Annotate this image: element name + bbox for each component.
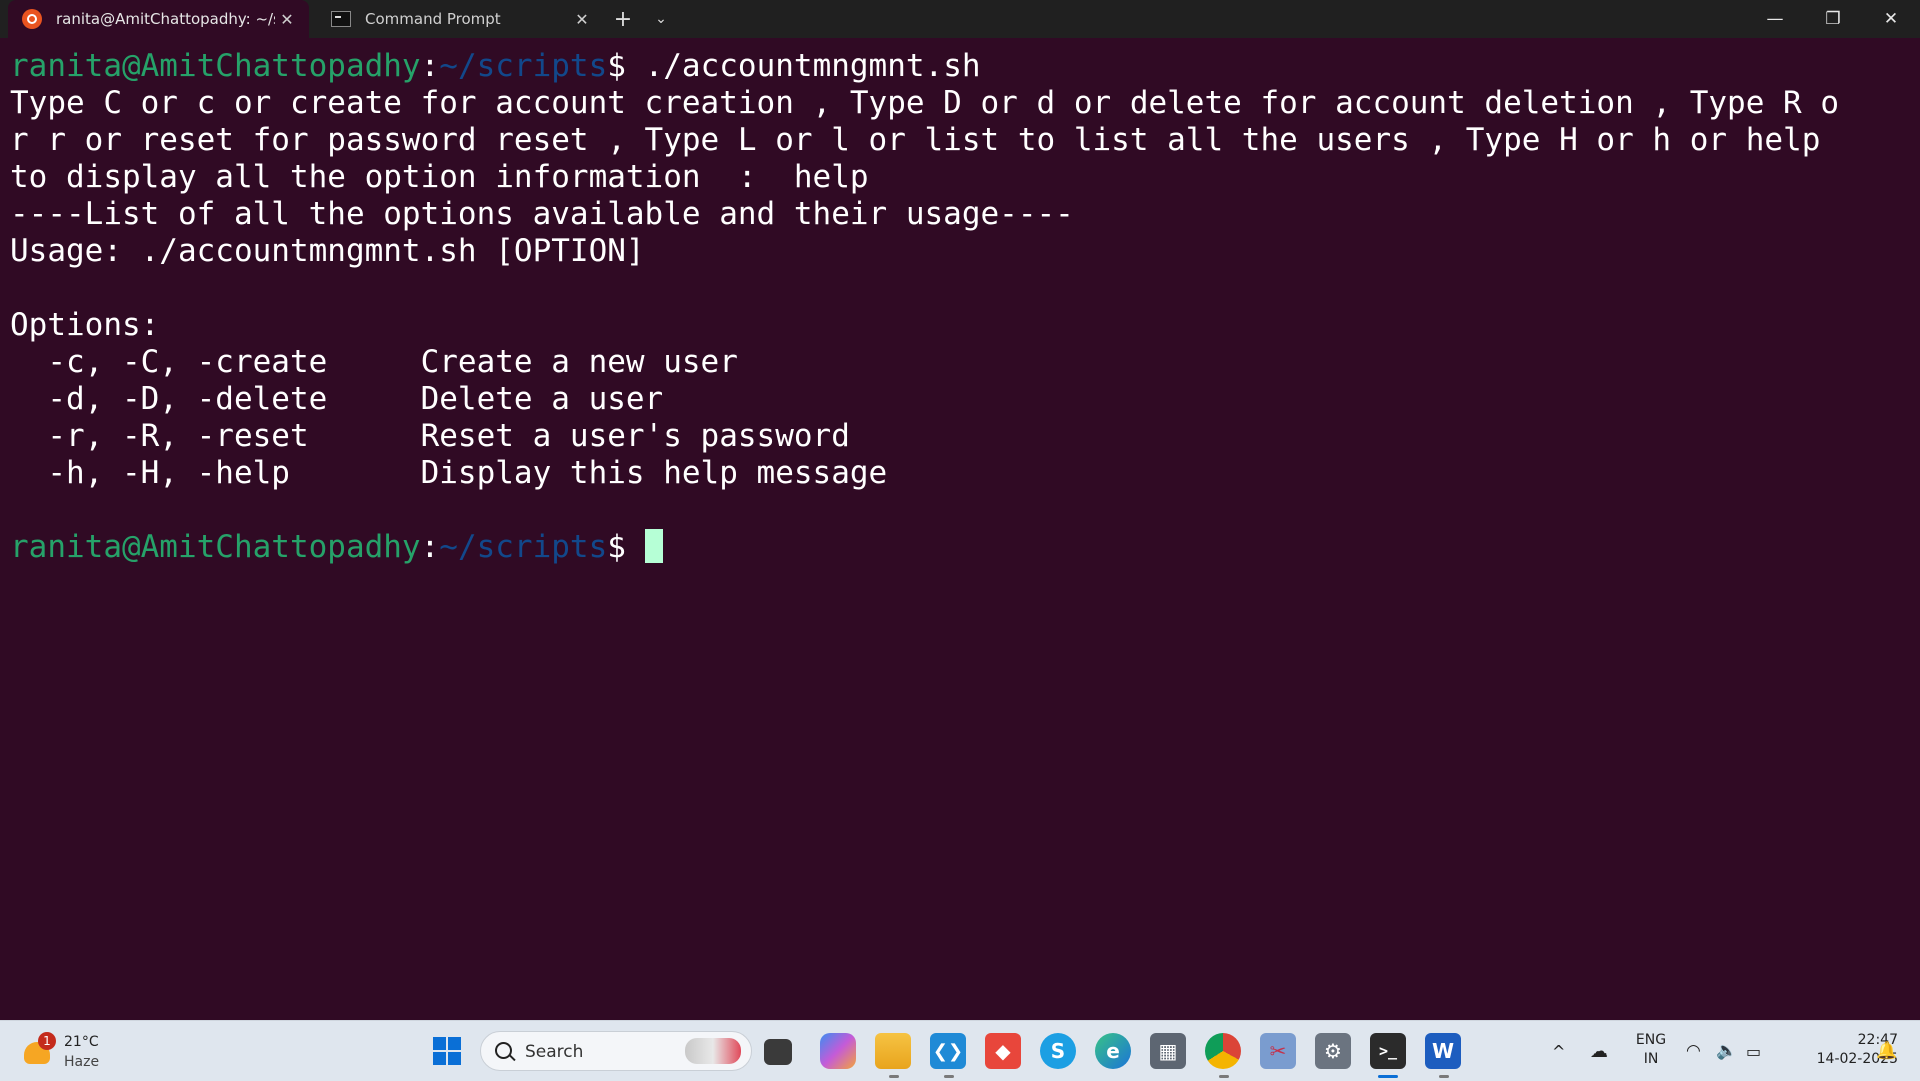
file-explorer-icon[interactable]: [875, 1033, 911, 1069]
copilot-icon[interactable]: [820, 1033, 856, 1069]
task-view-icon[interactable]: [764, 1039, 792, 1065]
output-line: r r or reset for password reset , Type L…: [10, 122, 1821, 158]
close-button[interactable]: ✕: [1862, 0, 1920, 38]
text-cursor: [644, 529, 663, 563]
edge-icon[interactable]: e: [1095, 1033, 1131, 1069]
active-indicator: [1378, 1075, 1398, 1078]
output-line: ----List of all the options available an…: [10, 196, 1074, 232]
calculator-icon[interactable]: ▦: [1150, 1033, 1186, 1069]
output-line: Type C or c or create for account creati…: [10, 85, 1840, 121]
settings-icon[interactable]: ⚙: [1315, 1033, 1351, 1069]
tab-ubuntu[interactable]: ranita@AmitChattopadhy: ~/s ✕: [8, 0, 309, 38]
weather-condition: Haze: [64, 1054, 100, 1070]
lang-code: ENG: [1635, 1032, 1667, 1048]
chrome-icon[interactable]: [1205, 1033, 1241, 1069]
wifi-icon[interactable]: ◠: [1686, 1021, 1701, 1081]
skype-icon[interactable]: S: [1040, 1033, 1076, 1069]
search-placeholder: Search: [525, 1042, 584, 1062]
output-line: -h, -H, -help Display this help message: [10, 455, 888, 491]
search-highlight-image: [685, 1038, 741, 1064]
weather-widget[interactable]: 1 21°C Haze: [20, 1030, 110, 1074]
terminal-output[interactable]: ranita@AmitChattopadhy:~/scripts$ ./acco…: [0, 38, 1920, 1020]
prompt-user: ranita@AmitChattopadhy: [10, 48, 421, 84]
tab-close-icon[interactable]: ✕: [275, 10, 299, 29]
cmd-icon: [331, 11, 351, 27]
language-indicator[interactable]: ENG IN: [1626, 1031, 1676, 1069]
output-line: -r, -R, -reset Reset a user's password: [10, 418, 850, 454]
prompt-symbol: $: [607, 529, 645, 565]
new-tab-button[interactable]: +: [604, 0, 642, 38]
running-indicator: [1219, 1075, 1229, 1078]
ubuntu-icon: [22, 9, 42, 29]
battery-icon[interactable]: ▭: [1746, 1021, 1761, 1081]
prompt-separator: :: [420, 48, 440, 84]
terminal-icon[interactable]: >_: [1370, 1033, 1406, 1069]
command-line: ranita@AmitChattopadhy:~/scripts$ ./acco…: [10, 48, 1920, 85]
prompt-user: ranita@AmitChattopadhy: [10, 529, 421, 565]
vscode-icon[interactable]: ❮❯: [930, 1033, 966, 1069]
windows-logo-icon: [433, 1037, 461, 1065]
weather-temp: 21°C: [64, 1034, 99, 1050]
maximize-button[interactable]: ❐: [1804, 0, 1862, 38]
tab-label: Command Prompt: [365, 10, 501, 28]
show-hidden-icons-chevron-icon[interactable]: ^: [1552, 1021, 1565, 1081]
output-line: -d, -D, -delete Delete a user: [10, 381, 664, 417]
anydesk-icon[interactable]: ◆: [985, 1033, 1021, 1069]
volume-icon[interactable]: 🔈: [1716, 1021, 1737, 1081]
prompt-symbol: $: [607, 48, 645, 84]
current-prompt-line[interactable]: ranita@AmitChattopadhy:~/scripts$: [10, 529, 1920, 566]
output-line: Usage: ./accountmngmnt.sh [OPTION]: [10, 233, 645, 269]
title-bar: ranita@AmitChattopadhy: ~/s ✕ Command Pr…: [0, 0, 1920, 38]
snipping-tool-icon[interactable]: ✂: [1260, 1033, 1296, 1069]
notification-bell-icon[interactable]: 🔔: [1876, 1021, 1897, 1081]
running-indicator: [1439, 1075, 1449, 1078]
running-indicator: [889, 1075, 899, 1078]
word-icon[interactable]: W: [1425, 1033, 1461, 1069]
tab-command-prompt[interactable]: Command Prompt ✕: [317, 0, 604, 38]
notification-badge: 1: [38, 1032, 56, 1050]
running-indicator: [944, 1075, 954, 1078]
prompt-path: ~/scripts: [439, 48, 608, 84]
taskbar: 1 21°C Haze Search ❮❯ ◆ S e ▦ ✂ ⚙ >_ W ^…: [0, 1020, 1920, 1081]
search-input[interactable]: Search: [480, 1031, 752, 1071]
tab-dropdown-icon[interactable]: ⌄: [642, 0, 680, 38]
search-icon: [495, 1042, 512, 1059]
command-text: ./accountmngmnt.sh: [644, 48, 981, 84]
region-code: IN: [1643, 1051, 1659, 1067]
minimize-button[interactable]: —: [1746, 0, 1804, 38]
prompt-path: ~/scripts: [439, 529, 608, 565]
start-button[interactable]: [429, 1033, 465, 1069]
tab-label: ranita@AmitChattopadhy: ~/s: [56, 10, 275, 28]
output-line: to display all the option information : …: [10, 159, 869, 195]
tab-close-icon[interactable]: ✕: [570, 10, 594, 29]
onedrive-offline-icon[interactable]: ☁: [1590, 1021, 1608, 1081]
output-line: Options:: [10, 307, 160, 343]
prompt-separator: :: [420, 529, 440, 565]
output-line: -c, -C, -create Create a new user: [10, 344, 738, 380]
